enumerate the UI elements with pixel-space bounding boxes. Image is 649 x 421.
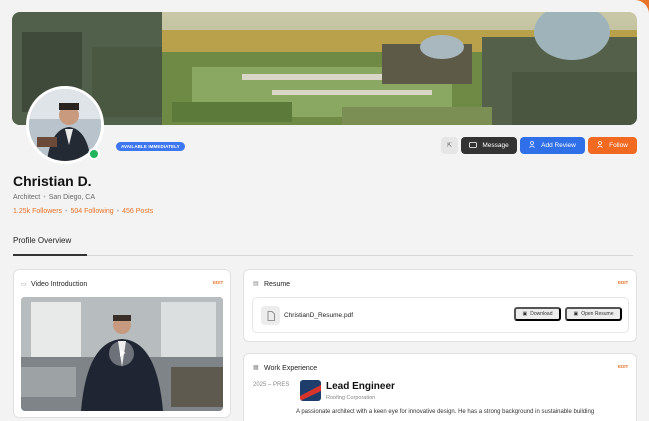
video-icon: ▭ <box>21 282 27 288</box>
experience-description: A passionate architect with a keen eye f… <box>296 409 595 415</box>
profile-page: AVAILABLE IMMEDIATELY ⇱ Message Add Revi… <box>0 0 649 421</box>
user-follow-icon <box>597 141 604 150</box>
resume-title: Resume <box>264 281 291 288</box>
section-divider <box>13 255 633 256</box>
resume-icon: ▤ <box>253 281 259 287</box>
add-review-label: Add Review <box>541 142 576 149</box>
play-icon <box>117 345 127 363</box>
posts-link[interactable]: 456 Posts <box>122 208 153 215</box>
profile-subline: Architect • San Diego, CA <box>13 194 95 201</box>
download-label: Download <box>530 311 553 317</box>
cover-image <box>12 12 637 125</box>
share-button[interactable]: ⇱ <box>441 137 458 154</box>
message-button[interactable]: Message <box>461 137 517 154</box>
follow-label: Follow <box>609 142 628 149</box>
open-resume-button[interactable]: ▣ Open Resume <box>565 307 622 321</box>
user-plus-icon <box>529 141 536 150</box>
active-tab-indicator <box>13 254 87 256</box>
profile-title: Architect <box>13 194 41 201</box>
profile-stats: 1.25k Followers • 504 Following • 456 Posts <box>13 208 154 215</box>
follow-button[interactable]: Follow <box>588 137 637 154</box>
cover-illustration <box>12 12 637 125</box>
download-button[interactable]: ▣ Download <box>514 307 561 321</box>
add-review-button[interactable]: Add Review <box>520 137 585 154</box>
resume-file-row: ChristianD_Resume.pdf ▣ Download ▣ Open … <box>252 297 629 333</box>
experience-company: Roofing Corporation <box>326 395 376 401</box>
experience-edit-link[interactable]: EDIT <box>618 364 628 369</box>
work-experience-title: Work Experience <box>264 365 318 372</box>
message-icon <box>469 141 478 150</box>
company-logo <box>300 380 321 401</box>
video-edit-link[interactable]: EDIT <box>213 280 223 285</box>
tab-profile-overview[interactable]: Profile Overview <box>13 236 71 245</box>
experience-role: Lead Engineer <box>326 381 395 392</box>
profile-name: Christian D. <box>13 173 92 189</box>
message-label: Message <box>482 142 509 149</box>
followers-link[interactable]: 1.25k Followers <box>13 208 62 215</box>
share-icon: ⇱ <box>446 143 453 149</box>
resume-file-name[interactable]: ChristianD_Resume.pdf <box>284 312 353 319</box>
following-link[interactable]: 504 Following <box>70 208 113 215</box>
experience-date: 2025 – PRES <box>253 382 290 388</box>
open-resume-label: Open Resume <box>581 311 614 317</box>
document-icon <box>261 306 280 325</box>
resume-edit-link[interactable]: EDIT <box>618 280 628 285</box>
online-status-dot <box>88 148 100 160</box>
video-intro-title: Video Introduction <box>31 281 88 288</box>
open-icon: ▣ <box>573 311 579 317</box>
profile-location: San Diego, CA <box>48 194 95 201</box>
briefcase-icon: ▦ <box>253 365 259 371</box>
download-icon: ▣ <box>522 311 528 317</box>
play-button[interactable] <box>109 341 134 366</box>
availability-badge: AVAILABLE IMMEDIATELY <box>116 142 185 151</box>
